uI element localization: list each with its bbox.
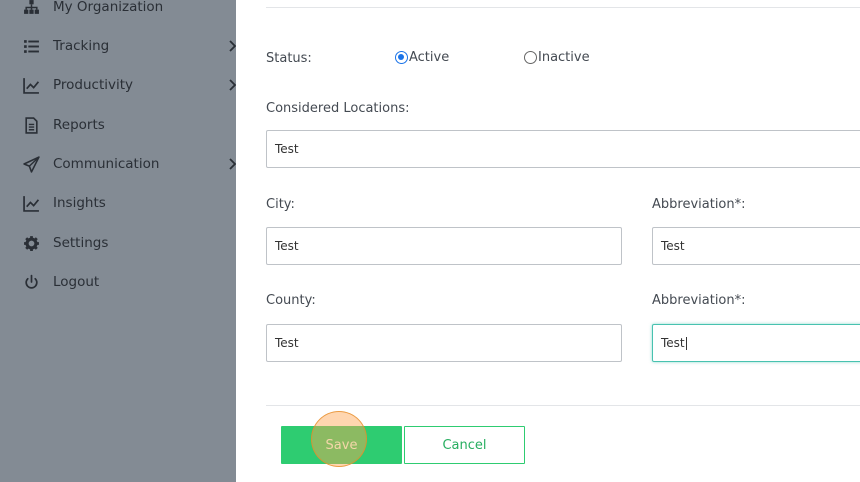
sidebar-item-label: Insights bbox=[53, 195, 106, 211]
city-label: City: bbox=[266, 197, 295, 212]
sidebar-item-label: Productivity bbox=[53, 77, 134, 93]
sidebar-item-reports[interactable]: Reports bbox=[0, 110, 236, 140]
sidebar-item-productivity[interactable]: Productivity bbox=[0, 70, 237, 100]
gear-icon bbox=[22, 234, 40, 252]
paper-plane-icon bbox=[22, 155, 40, 173]
line-chart-icon bbox=[22, 194, 40, 212]
sidebar-item-logout[interactable]: Logout bbox=[0, 267, 236, 297]
county-input[interactable]: Test bbox=[266, 324, 622, 362]
city-input[interactable]: Test bbox=[266, 227, 622, 265]
divider bbox=[266, 405, 860, 406]
sidebar-item-communication[interactable]: Communication bbox=[0, 149, 237, 179]
sidebar-item-my-organization[interactable]: My Organization bbox=[0, 0, 236, 22]
line-chart-icon bbox=[22, 76, 40, 94]
cancel-button[interactable]: Cancel bbox=[404, 426, 525, 464]
county-abbreviation-input[interactable]: Test bbox=[652, 324, 860, 362]
sidebar-item-settings[interactable]: Settings bbox=[0, 228, 236, 258]
sidebar-item-label: Reports bbox=[53, 117, 105, 133]
radio-label: Inactive bbox=[538, 50, 590, 65]
city-abbreviation-label: Abbreviation*: bbox=[652, 197, 746, 212]
input-value: Test bbox=[275, 336, 299, 350]
main-form-panel: Status: Active Inactive Considered Locat… bbox=[236, 0, 860, 482]
radio-indicator bbox=[395, 51, 408, 64]
list-icon bbox=[22, 37, 40, 55]
save-button[interactable]: Save bbox=[281, 426, 402, 464]
org-chart-icon bbox=[22, 0, 40, 16]
sidebar-item-label: Settings bbox=[53, 235, 109, 251]
power-icon bbox=[22, 273, 40, 291]
status-label: Status: bbox=[266, 51, 312, 66]
sidebar: My Organization Tracking Productivity Re… bbox=[0, 0, 237, 482]
divider bbox=[266, 7, 860, 8]
considered-locations-label: Considered Locations: bbox=[266, 101, 410, 116]
county-abbreviation-label: Abbreviation*: bbox=[652, 293, 746, 308]
radio-indicator bbox=[524, 51, 537, 64]
city-abbreviation-input[interactable]: Test bbox=[652, 227, 860, 265]
text-caret bbox=[685, 336, 687, 350]
sidebar-item-tracking[interactable]: Tracking bbox=[0, 31, 237, 61]
sidebar-item-insights[interactable]: Insights bbox=[0, 188, 236, 218]
input-value: Test bbox=[275, 142, 299, 156]
status-radio-active[interactable]: Active bbox=[395, 50, 449, 65]
document-icon bbox=[22, 116, 40, 134]
input-value: Test bbox=[275, 239, 299, 253]
radio-label: Active bbox=[409, 50, 450, 65]
input-value: Test bbox=[661, 239, 685, 253]
sidebar-item-label: Logout bbox=[53, 274, 100, 290]
considered-locations-input[interactable]: Test bbox=[266, 130, 860, 168]
status-radio-inactive[interactable]: Inactive bbox=[524, 50, 590, 65]
sidebar-item-label: Tracking bbox=[53, 38, 110, 54]
county-label: County: bbox=[266, 293, 316, 308]
sidebar-item-label: Communication bbox=[53, 156, 160, 172]
sidebar-item-label: My Organization bbox=[53, 0, 164, 15]
input-value: Test bbox=[661, 336, 685, 350]
